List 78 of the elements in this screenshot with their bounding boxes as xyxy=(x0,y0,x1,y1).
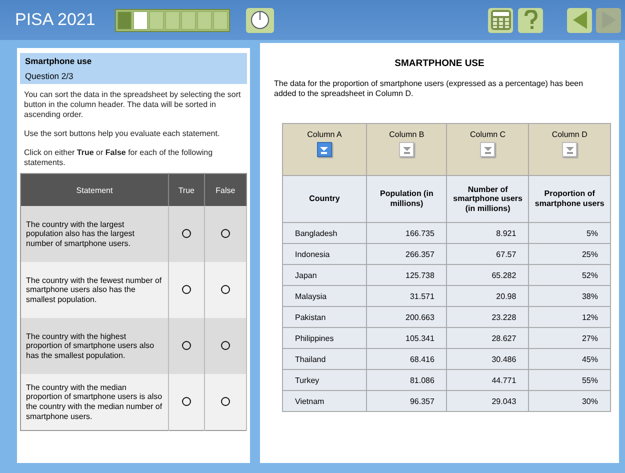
table-cell: Bangladesh xyxy=(282,222,366,244)
sort-arrow-icon xyxy=(482,144,493,154)
true-radio[interactable] xyxy=(182,340,191,350)
table-cell: 29.043 xyxy=(446,390,529,412)
table-cell: 31.571 xyxy=(366,286,447,306)
help-icon[interactable] xyxy=(518,8,543,32)
table-cell: 166.735 xyxy=(366,222,447,244)
table-cell: 125.738 xyxy=(366,264,447,286)
table-cell: Indonesia xyxy=(282,244,366,264)
false-radio[interactable] xyxy=(220,340,230,350)
table-cell: 30.486 xyxy=(446,348,529,370)
column-header: Population (in millions) xyxy=(366,176,447,222)
column-letter: Column A xyxy=(306,130,343,139)
table-cell: 25% xyxy=(528,244,610,264)
statement-cell: The country with the largest population also has the largest number of smartphone users. xyxy=(20,206,168,262)
table-cell: 52% xyxy=(528,264,610,286)
table-cell: 23.228 xyxy=(446,306,529,328)
question-number: Question 2/3 xyxy=(25,71,74,81)
instruction-text: Use the sort buttons help you evaluate each statement. xyxy=(24,129,221,139)
sort-arrow-icon xyxy=(319,144,330,154)
table-cell: 96.357 xyxy=(366,390,447,412)
column-header: Proportion of smartphone users xyxy=(528,176,610,222)
table-cell: Malaysia xyxy=(282,286,366,306)
stimulus-text: The data for the proportion of smartphone users (expressed as a percentage) has been added to the spreadsheet in Column D. xyxy=(274,79,584,99)
statement-cell: The country with the highest proportion of smartphone users also has the smallest population. xyxy=(20,318,168,374)
sort-button[interactable] xyxy=(399,142,414,157)
sort-button[interactable] xyxy=(562,142,578,157)
table-cell: Thailand xyxy=(282,348,366,370)
sort-arrow-icon xyxy=(564,144,575,154)
statement-cell: The country with the fewest number of smartphone users also has the smallest population. xyxy=(20,262,168,318)
table-cell: Vietnam xyxy=(282,390,366,412)
instruction-text: Click on either True or False for each of the following statements. xyxy=(24,148,214,168)
table-cell: 20.98 xyxy=(446,286,529,306)
calculator-icon[interactable] xyxy=(488,8,513,32)
table-cell: 266.357 xyxy=(366,244,447,264)
table-cell: Philippines xyxy=(282,328,366,348)
table-cell: 28.627 xyxy=(446,328,529,348)
table-cell: 105.341 xyxy=(366,328,447,348)
table-cell: 81.086 xyxy=(366,370,447,390)
true-radio[interactable] xyxy=(182,396,191,406)
column-letter: Column C xyxy=(469,130,507,139)
false-radio[interactable] xyxy=(220,228,230,238)
unit-title: Smartphone use xyxy=(25,56,93,66)
table-cell: 12% xyxy=(528,306,610,328)
column-header: True xyxy=(168,174,204,206)
stimulus-title: SMARTPHONE USE xyxy=(394,58,486,69)
false-radio[interactable] xyxy=(220,284,230,294)
column-header: Number of smartphone users (in millions) xyxy=(446,176,529,222)
app-title: PISA 2021 xyxy=(15,10,96,30)
instruction-text: You can sort the data in the spreadsheet by selecting the sort button in the column header. The data will be sorted in ascending order. xyxy=(24,90,242,120)
table-cell: 68.416 xyxy=(366,348,447,370)
statement-cell: The country with the median proportion of smartphone users is also the country with the median number of smartphone users. xyxy=(20,374,168,430)
timer-icon[interactable] xyxy=(246,8,274,32)
table-cell: 44.771 xyxy=(446,370,529,390)
table-cell: 8.921 xyxy=(446,222,529,244)
sort-arrow-icon xyxy=(402,144,412,154)
true-radio[interactable] xyxy=(182,284,191,294)
true-radio[interactable] xyxy=(182,228,191,238)
table-cell: 27% xyxy=(528,328,610,348)
table-cell: 67.57 xyxy=(446,244,529,264)
false-radio[interactable] xyxy=(220,396,230,406)
table-cell: 30% xyxy=(528,390,610,412)
column-header: Country xyxy=(282,176,366,222)
column-header: Statement xyxy=(20,174,168,206)
column-letter: Column D xyxy=(550,130,588,139)
sort-button[interactable] xyxy=(480,142,496,157)
column-letter: Column B xyxy=(388,130,426,139)
table-cell: 5% xyxy=(528,222,610,244)
table-cell: 200.663 xyxy=(366,306,447,328)
table-cell: Pakistan xyxy=(282,306,366,328)
table-cell: 65.282 xyxy=(446,264,529,286)
column-header: False xyxy=(204,174,246,206)
table-cell: 55% xyxy=(528,370,610,390)
table-cell: 45% xyxy=(528,348,610,370)
table-cell: Japan xyxy=(282,264,366,286)
table-cell: Turkey xyxy=(282,370,366,390)
table-cell: 38% xyxy=(528,286,610,306)
sort-button[interactable] xyxy=(316,142,332,157)
